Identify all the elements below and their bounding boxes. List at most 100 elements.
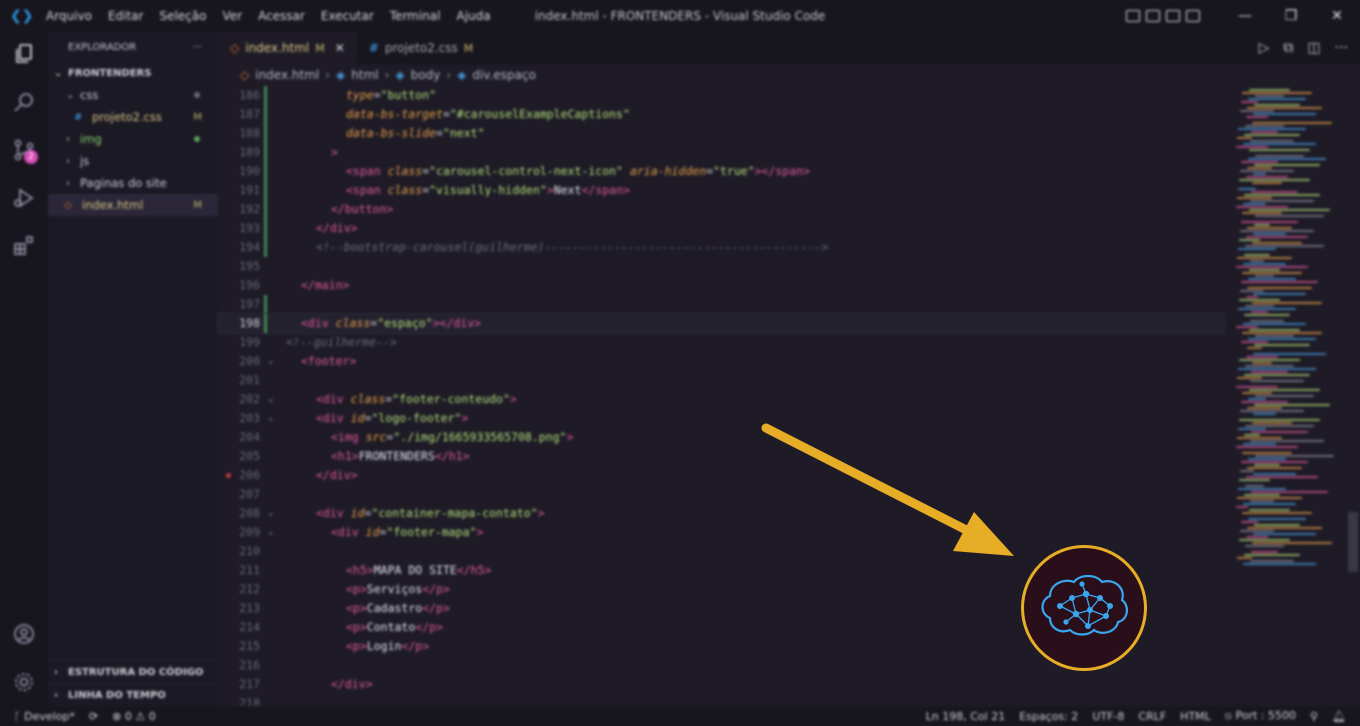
code-line[interactable]: 194 <!--bootstrap-carousel(guilherme)----… (218, 238, 1224, 257)
chevron-down-icon[interactable]: ⌄ (268, 409, 273, 428)
code-line[interactable]: 214 <p>Contato</p> (218, 618, 1224, 637)
tree-folder-paginas[interactable]: › Paginas do site (48, 172, 218, 194)
css-file-icon: # (74, 111, 83, 123)
menu-editar[interactable]: Editar (100, 9, 152, 23)
code-line[interactable]: 203 ⌄ <div id="logo-footer"> (218, 409, 1224, 428)
code-line[interactable]: 199 <!--guilherme--> (218, 333, 1224, 352)
code-line[interactable]: 213 <p>Cadastro</p> (218, 599, 1224, 618)
explorer-icon[interactable] (10, 40, 38, 68)
code-line[interactable]: 193 </div> (218, 219, 1224, 238)
tree-folder-js[interactable]: › js (48, 150, 218, 172)
workspace-root[interactable]: ⌄ FRONTENDERS (48, 62, 218, 84)
code-line[interactable]: 208 ⌄ <div id="container-mapa-contato"> (218, 504, 1224, 523)
toggle-panel-icon[interactable] (1146, 10, 1160, 22)
code-line[interactable]: 206 </div> (218, 466, 1224, 485)
minimize-icon[interactable]: — (1222, 8, 1268, 24)
code-line[interactable]: 201 (218, 371, 1224, 390)
tree-file-projeto2-css[interactable]: # projeto2.css M (48, 106, 218, 128)
tree-folder-css[interactable]: ⌄ css (48, 84, 218, 106)
scrollbar-thumb[interactable] (1348, 512, 1358, 572)
close-window-icon[interactable]: ✕ (1314, 8, 1360, 24)
tree-file-index-html[interactable]: ◇ index.html M (48, 194, 218, 216)
code-line[interactable]: 211 <h5>MAPA DO SITE</h5> (218, 561, 1224, 580)
sync-icon[interactable]: ⟳ (89, 710, 98, 723)
menu-ajuda[interactable]: Ajuda (448, 9, 498, 23)
breadcrumb-html[interactable]: html (351, 68, 378, 82)
line-ending[interactable]: CRLF (1138, 710, 1166, 723)
open-changes-icon[interactable]: ⧉ (1283, 40, 1293, 56)
chevron-down-icon[interactable]: ⌄ (268, 352, 273, 371)
toggle-sidebar-icon[interactable] (1126, 10, 1140, 22)
tab-projeto2-css[interactable]: # projeto2.css M (357, 32, 486, 64)
code-line[interactable]: 190 <span class="carousel-control-next-ic… (218, 162, 1224, 181)
minimap-line (1248, 338, 1316, 340)
toggle-secondary-sidebar-icon[interactable] (1166, 10, 1180, 22)
problems-count[interactable]: ⊗ 0 ⚠ 0 (112, 710, 156, 723)
feedback-icon[interactable]: ⚲ (1310, 710, 1318, 723)
code-line[interactable]: 186 type="button" (218, 86, 1224, 105)
code-line[interactable]: 207 (218, 485, 1224, 504)
code-line[interactable]: 189 > (218, 143, 1224, 162)
breadcrumb-body[interactable]: body (411, 68, 441, 82)
code-line[interactable]: 209 ⌄ <div id="footer-mapa"> (218, 523, 1224, 542)
live-server-port[interactable]: ⦸ Port : 5500 (1225, 709, 1296, 723)
accounts-icon[interactable] (10, 620, 38, 648)
code-line[interactable]: 216 (218, 656, 1224, 675)
code-line[interactable]: 200 ⌄ <footer> (218, 352, 1224, 371)
search-icon[interactable] (10, 88, 38, 116)
breadcrumb-div[interactable]: div.espaço (472, 68, 535, 82)
code-line[interactable]: 217 </div> (218, 675, 1224, 694)
encoding[interactable]: UTF-8 (1092, 710, 1124, 723)
minimap-line (1247, 407, 1282, 409)
chevron-down-icon[interactable]: ⌄ (268, 504, 273, 523)
code-line[interactable]: 187 data-bs-target="#carouselExampleCapti… (218, 105, 1224, 124)
tab-index-html[interactable]: ◇ index.html M ✕ (218, 32, 357, 64)
settings-gear-icon[interactable] (10, 668, 38, 696)
close-icon[interactable]: ✕ (335, 41, 345, 55)
customize-layout-icon[interactable] (1186, 10, 1200, 22)
menu-acessar[interactable]: Acessar (250, 9, 313, 23)
code-line[interactable]: 192 </button> (218, 200, 1224, 219)
code-line[interactable]: 196 </main> (218, 276, 1224, 295)
timeline-section[interactable]: › LINHA DO TEMPO (48, 683, 218, 706)
minimap-line (1238, 248, 1276, 250)
restore-icon[interactable]: ❐ (1268, 8, 1314, 24)
split-editor-icon[interactable]: ◫ (1307, 40, 1320, 56)
git-branch[interactable]: ᚴ Develop* (14, 710, 75, 723)
code-editor[interactable]: 186 type="button" 187 data-bs-target="#caro… (217, 86, 1225, 710)
run-icon[interactable]: ▷ (1259, 40, 1270, 56)
breadcrumb-file[interactable]: index.html (255, 68, 319, 82)
more-actions-icon[interactable]: ··· (1335, 40, 1348, 56)
code-text: <span class="carousel-control-next-icon"… (346, 164, 811, 178)
notifications-bell-icon[interactable]: 🔔︎ (1332, 710, 1346, 723)
code-line[interactable]: 198 <div class="espaço"></div> (217, 313, 1225, 334)
cursor-position[interactable]: Ln 198, Col 21 (926, 710, 1006, 723)
code-line[interactable]: 212 <p>Serviços</p> (218, 580, 1224, 599)
language-mode[interactable]: HTML (1180, 710, 1211, 723)
source-control-icon[interactable]: 2 (10, 136, 38, 164)
chevron-down-icon[interactable]: ⌄ (268, 523, 273, 542)
minimap[interactable] (1230, 86, 1348, 706)
outline-section[interactable]: › ESTRUTURA DO CÓDIGO (48, 660, 218, 683)
extensions-icon[interactable] (10, 232, 38, 260)
code-line[interactable]: 215 <p>Login</p> (218, 637, 1224, 656)
menu-arquivo[interactable]: Arquivo (38, 9, 100, 23)
menu-ver[interactable]: Ver (214, 9, 250, 23)
explorer-more-icon[interactable]: ··· (192, 42, 202, 53)
menu-executar[interactable]: Executar (313, 9, 382, 23)
chevron-down-icon[interactable]: ⌄ (268, 390, 273, 409)
run-debug-icon[interactable] (10, 184, 38, 212)
code-line[interactable]: 202 ⌄ <div class="footer-conteudo"> (218, 390, 1224, 409)
code-line[interactable]: 188 data-bs-slide="next" (218, 124, 1224, 143)
code-line[interactable]: 205 <h1>FRONTENDERS</h1> (218, 447, 1224, 466)
menu-terminal[interactable]: Terminal (382, 9, 449, 23)
indentation[interactable]: Espaços: 2 (1019, 710, 1078, 723)
code-line[interactable]: 204 <img src="./img/16659335657​08.png"> (218, 428, 1224, 447)
code-line[interactable]: 191 <span class="visually-hidden">Next</s… (218, 181, 1224, 200)
tree-folder-img[interactable]: › img (48, 128, 218, 150)
code-line[interactable]: 195 (218, 257, 1224, 276)
menu-selecao[interactable]: Seleção (151, 9, 214, 23)
code-line[interactable]: 197 (218, 295, 1224, 314)
minimap-line (1246, 356, 1278, 358)
code-line[interactable]: 210 (218, 542, 1224, 561)
